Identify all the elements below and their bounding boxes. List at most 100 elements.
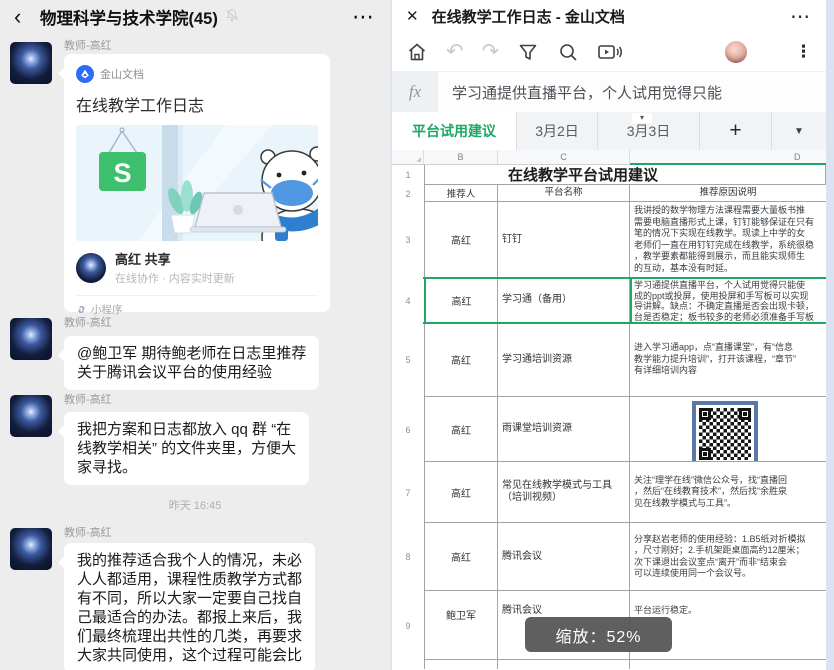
card-owner-subtitle: 在线协作 · 内容实时更新 [115,270,235,286]
cell-platform[interactable]: 学习通（备用） [498,278,630,323]
avatar[interactable] [10,528,52,570]
card-divider [76,295,318,296]
text-line: 可以连续使用同一个会议号。 [634,568,822,580]
sender-name: 教师-高红 [64,314,112,330]
split-screen: { "colors": { "accent_green": "#1ea765",… [0,0,834,670]
cell-reason[interactable]: 关注“理学在线”微信公众号，找“直播回，然后“在线教育技术”，然后找“余胜泉见在… [630,462,826,523]
home-icon[interactable] [406,41,428,63]
chat-message[interactable]: @鲍卫军 期待鲍老师在日志里推荐关于腾讯会议平台的使用经验 [64,336,319,390]
column-header-c[interactable]: C [498,150,630,164]
add-sheet-button[interactable]: + [700,112,772,150]
formula-value[interactable]: 学习通提供直播平台，个人试用觉得只能 [438,72,722,112]
row-header[interactable]: 1 [392,165,424,185]
cell-header-recommender[interactable]: 推荐人 [424,185,498,202]
row-header[interactable]: 3 [392,202,424,278]
cell-platform[interactable]: 学习通培训资源 [498,323,630,397]
avatar[interactable] [10,395,52,437]
cell-empty[interactable] [498,660,630,669]
row-header[interactable]: 5 [392,323,424,397]
redo-icon[interactable]: ↷ [482,41,500,63]
column-header-b[interactable]: B [424,150,498,164]
search-icon[interactable] [557,41,579,63]
text-line: 有不同，所以大家一定要自己找自 [77,589,302,608]
cell-header-platform[interactable]: 平台名称 [498,185,630,202]
sheet-tab-bar: 平台试用建议 3月2日 3月3日 + ▼ [392,112,826,151]
cell-recommender[interactable]: 高红 [424,202,498,278]
cell-empty[interactable] [424,660,498,669]
cell-sheet-title[interactable]: 在线教学平台试用建议 [424,165,826,185]
formula-bar[interactable]: fx 学习通提供直播平台，个人试用觉得只能 [392,72,826,113]
cell-recommender[interactable]: 高红 [424,278,498,323]
cell-recommender[interactable]: 高红 [424,323,498,397]
row-header[interactable]: 8 [392,523,424,591]
cell-platform[interactable]: 钉钉 [498,202,630,278]
cell-platform[interactable]: 腾讯会议 [498,523,630,591]
undo-icon[interactable]: ↶ [446,41,464,63]
row-header [392,660,424,669]
mute-bell-icon [225,8,239,27]
column-header-d[interactable]: D [630,150,826,164]
chat-more-button[interactable]: ⋯ [352,7,376,27]
cell-recommender[interactable]: 鲍卫军 [424,591,498,660]
doc-toolbar: ↶ ↷ ⋮ [392,32,826,72]
text-line: ，尺寸刚好；2.手机架距桌面高约12厘米； [634,545,822,557]
cell-reason[interactable]: 分享赵岩老师的使用经验：1.B5纸对折模拟，尺寸刚好；2.手机架距桌面高约12厘… [630,523,826,591]
timestamp: 昨天 16:45 [0,497,390,513]
cell-qr-code[interactable] [630,397,826,462]
cell-recommender[interactable]: 高红 [424,397,498,462]
docs-panel: ✕ 在线教学工作日志 - 金山文档 ⋯ ↶ ↷ ⋮ fx 学习通提供直播平台，个… [392,0,826,670]
avatar[interactable] [10,42,52,84]
row-header[interactable]: 4 [392,278,424,323]
row-header[interactable]: 9 [392,591,424,660]
sheet-tab-caret[interactable]: ▾ [632,113,652,123]
shared-doc-card[interactable]: 金山文档 在线教学工作日志 S [64,54,330,312]
cell-reason[interactable]: 我讲授的数学物理方法课程需要大量板书推需要电脑直播形式上课，钉钉能够保证在只有笔… [630,202,826,278]
row-header[interactable]: 6 [392,397,424,462]
text-line: 进入学习通app，点“直播课堂”，有“信息 [634,342,822,354]
svg-text:S: S [113,158,131,188]
close-button[interactable]: ✕ [406,7,419,25]
cell-reason[interactable]: 进入学习通app，点“直播课堂”，有“信息教学能力提升培训”，打开该课程，“章节… [630,323,826,397]
card-illustration: S [76,125,318,241]
text-line: @鲍卫军 期待鲍老师在日志里推荐 [77,344,306,363]
avatar[interactable] [10,318,52,360]
select-all-corner[interactable]: ◢ [392,150,424,164]
filter-icon[interactable] [517,41,539,63]
sheet-tab[interactable]: 3月2日 [517,112,598,150]
chat-message[interactable]: 我把方案和日志都放入 qq 群 “在线教学相关” 的文件夹里，方便大家寻找。 [64,412,309,485]
back-button[interactable]: ‹ [14,2,32,32]
text-line: 有详细培训内容 [634,365,822,377]
chat-group-title: 物理科学与技术学院(45) [40,5,218,29]
row-header[interactable]: 2 [392,185,424,202]
cell-empty[interactable] [630,660,826,669]
cell-platform[interactable]: 常见在线教学模式与工具（培训视频） [498,462,630,523]
overflow-menu-icon[interactable]: ⋮ [795,42,812,62]
doc-more-button[interactable]: ⋯ [790,4,812,29]
text-line: 平台运行稳定。 [634,605,822,617]
text-line: 我的推荐适合我个人的情况，未必 [77,551,302,570]
card-owner-name: 高红 共享 [115,249,235,268]
text-line: 需要电脑直播形式上课，钉钉能够保证在只有 [634,217,822,229]
chat-message[interactable]: 我的推荐适合我个人的情况，未必人人都适用，课程性质教学方式都有不同，所以大家一定… [64,543,315,670]
text-line: ，然后“在线教育技术”，然后找“余胜泉 [634,486,822,498]
wechat-panel: ‹ 物理科学与技术学院(45) ⋯ 教师-高红 金山文档 在线教学工作日志 [0,0,390,670]
card-owner-row: 高红 共享 在线协作 · 内容实时更新 [76,249,318,286]
text-line: 线教学相关” 的文件夹里，方便大 [77,439,296,458]
doc-titlebar: ✕ 在线教学工作日志 - 金山文档 ⋯ [392,0,826,32]
table-row [392,660,826,669]
text-line: 笔的情况下实现在线教学。现读上中学的女 [634,228,822,240]
cell-header-reason[interactable]: 推荐原因说明 [630,185,826,202]
cell-recommender[interactable]: 高红 [424,523,498,591]
present-cast-icon[interactable] [597,41,623,63]
sender-name: 教师-高红 [64,524,112,540]
cell-reason-selected[interactable]: 学习通提供直播平台，个人试用觉得只能使成的ppt或投屏，使用投屏和手写板可以实现… [630,278,826,323]
user-avatar[interactable] [725,41,747,63]
sender-name: 教师-高红 [64,37,112,53]
fx-icon: fx [392,72,438,112]
sheet-tab-active[interactable]: 平台试用建议 [392,112,517,150]
cell-platform[interactable]: 雨课堂培训资源 [498,397,630,462]
sheet-list-button[interactable]: ▼ [772,112,826,150]
row-header[interactable]: 7 [392,462,424,523]
doc-title: 在线教学工作日志 - 金山文档 [432,6,625,27]
cell-recommender[interactable]: 高红 [424,462,498,523]
